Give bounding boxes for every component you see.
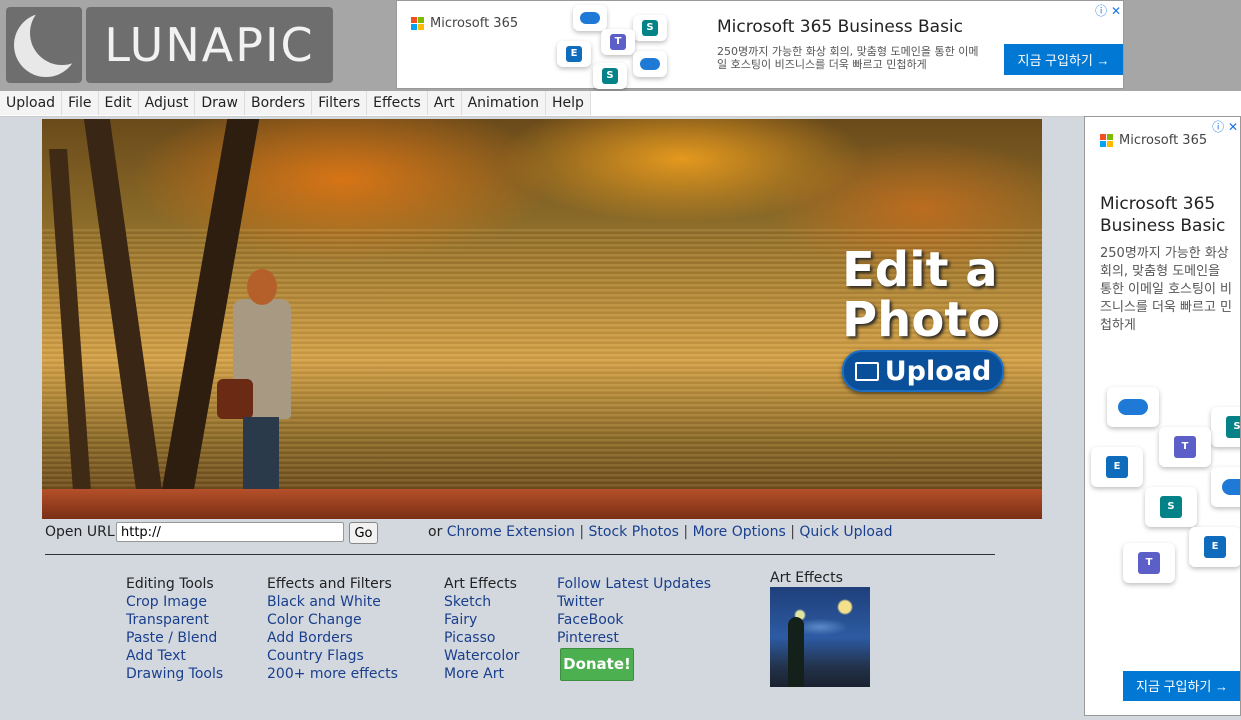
hero-title-line1: Edit a — [842, 242, 998, 298]
hero-upload-button[interactable]: Upload — [842, 350, 1004, 392]
column-heading: Editing Tools — [126, 576, 214, 592]
upload-options: or Chrome Extension | Stock Photos | Mor… — [428, 524, 892, 540]
onedrive-tile-icon — [1107, 387, 1159, 427]
art-effects-column: Art Effects Sketch Fairy Picasso Waterco… — [444, 575, 520, 683]
pinterest-link[interactable]: Pinterest — [557, 629, 711, 647]
ad-description: 250명까지 가능한 화상 회의, 맞춤형 도메인을 통한 이메일 호스팅이 비… — [717, 45, 979, 71]
top-ad-banner[interactable]: Microsoft 365 S T E S Microsoft 365 Busi… — [396, 0, 1124, 89]
sketch-link[interactable]: Sketch — [444, 593, 520, 611]
paste-blend-link[interactable]: Paste / Blend — [126, 629, 223, 647]
go-button[interactable]: Go — [349, 522, 378, 544]
menu-draw[interactable]: Draw — [195, 91, 245, 115]
microsoft-logo-icon — [411, 17, 424, 30]
or-text: or — [428, 524, 443, 540]
add-text-link[interactable]: Add Text — [126, 647, 223, 665]
microsoft-logo-icon — [1100, 134, 1113, 147]
art-effects-label: Art Effects — [770, 570, 843, 586]
more-options-link[interactable]: More Options — [693, 524, 786, 540]
social-column: Follow Latest Updates Twitter FaceBook P… — [557, 575, 711, 647]
menu-upload[interactable]: Upload — [0, 91, 63, 115]
divider — [45, 554, 995, 555]
logo-text: LUNAPIC — [86, 7, 333, 83]
separator: | — [579, 524, 585, 540]
separator: | — [790, 524, 795, 540]
ad-title: Microsoft 365 Business Basic — [717, 17, 963, 37]
follow-updates-link[interactable]: Follow Latest Updates — [557, 575, 711, 593]
main-menu: Upload File Edit Adjust Draw Borders Fil… — [0, 91, 1241, 117]
photographer-figure — [217, 269, 297, 509]
menu-file[interactable]: File — [62, 91, 99, 115]
exchange-tile-icon: E — [1189, 527, 1240, 567]
ad-title: Microsoft 365 Business Basic — [1100, 194, 1226, 236]
open-url-label: Open URL: — [45, 524, 120, 540]
side-ad-buy-button[interactable]: 지금 구입하기 → — [1123, 671, 1240, 701]
quick-upload-link[interactable]: Quick Upload — [799, 524, 892, 540]
stock-photos-link[interactable]: Stock Photos — [589, 524, 679, 540]
header: LUNAPIC Microsoft 365 S T E S Microsoft … — [0, 0, 1241, 91]
open-url-row: Open URL: Go or Chrome Extension | Stock… — [45, 522, 1005, 544]
teams-tile-icon: T — [601, 29, 635, 55]
editing-tools-column: Editing Tools Crop Image Transparent Pas… — [126, 575, 223, 683]
donate-button[interactable]: Donate! — [560, 648, 634, 681]
ad-brand-text: Microsoft 365 — [1119, 133, 1208, 148]
sharepoint-tile-icon: S — [633, 15, 667, 41]
teams-tile-icon: T — [1123, 543, 1175, 583]
upload-button-label: Upload — [884, 355, 992, 387]
facebook-link[interactable]: FaceBook — [557, 611, 711, 629]
ad-buy-button[interactable]: 지금 구입하기 → — [1004, 44, 1123, 75]
adchoices-icon[interactable]: ⓘ ✕ — [1212, 118, 1238, 135]
onedrive-tile-icon — [573, 5, 607, 31]
drawing-tools-link[interactable]: Drawing Tools — [126, 665, 223, 683]
more-art-link[interactable]: More Art — [444, 665, 520, 683]
side-ad-banner[interactable]: ⓘ ✕ Microsoft 365 Microsoft 365 Business… — [1084, 116, 1241, 716]
column-heading: Effects and Filters — [267, 576, 392, 592]
menu-filters[interactable]: Filters — [312, 91, 368, 115]
menu-edit[interactable]: Edit — [98, 91, 139, 115]
folder-icon — [854, 361, 879, 381]
separator: | — [683, 524, 689, 540]
twitter-link[interactable]: Twitter — [557, 593, 711, 611]
menu-help[interactable]: Help — [545, 91, 591, 115]
moon-logo-icon — [6, 7, 82, 83]
chrome-extension-link[interactable]: Chrome Extension — [447, 524, 575, 540]
leaf-ground — [42, 489, 1042, 519]
starry-night-thumbnail[interactable] — [770, 587, 870, 687]
ad-description: 250명까지 가능한 화상 회의, 맞춤형 도메인을 통한 이메일 호스팅이 비… — [1100, 246, 1232, 333]
onedrive-tile-icon — [633, 51, 667, 77]
onedrive-tile-icon — [1211, 467, 1240, 507]
watercolor-link[interactable]: Watercolor — [444, 647, 520, 665]
sharepoint-tile-icon: S — [1145, 487, 1197, 527]
effects-filters-column: Effects and Filters Black and White Colo… — [267, 575, 398, 683]
column-heading: Art Effects — [444, 576, 517, 592]
ad-brand: Microsoft 365 — [411, 16, 518, 31]
sharepoint-tile-icon: S — [593, 63, 627, 89]
menu-animation[interactable]: Animation — [461, 91, 546, 115]
menu-effects[interactable]: Effects — [367, 91, 428, 115]
teams-tile-icon: T — [1159, 427, 1211, 467]
hero-title-line2: Photo — [842, 292, 1001, 348]
adchoices-icon[interactable]: ⓘ ✕ — [1095, 2, 1121, 19]
crop-image-link[interactable]: Crop Image — [126, 593, 223, 611]
sharepoint-tile-icon: S — [1211, 407, 1240, 447]
add-borders-link[interactable]: Add Borders — [267, 629, 398, 647]
ad-brand-text: Microsoft 365 — [430, 16, 519, 31]
menu-borders[interactable]: Borders — [244, 91, 313, 115]
black-and-white-link[interactable]: Black and White — [267, 593, 398, 611]
exchange-tile-icon: E — [1091, 447, 1143, 487]
exchange-tile-icon: E — [557, 41, 591, 67]
picasso-link[interactable]: Picasso — [444, 629, 520, 647]
menu-adjust[interactable]: Adjust — [138, 91, 196, 115]
country-flags-link[interactable]: Country Flags — [267, 647, 398, 665]
lunapic-logo[interactable]: LUNAPIC — [6, 7, 333, 83]
hero-photo[interactable]: Edit a Photo Upload — [42, 119, 1042, 519]
more-effects-link[interactable]: 200+ more effects — [267, 665, 398, 683]
hero-title: Edit a Photo — [842, 245, 1000, 345]
url-input[interactable] — [116, 522, 344, 542]
color-change-link[interactable]: Color Change — [267, 611, 398, 629]
transparent-link[interactable]: Transparent — [126, 611, 223, 629]
fairy-link[interactable]: Fairy — [444, 611, 520, 629]
menu-art[interactable]: Art — [427, 91, 462, 115]
ad-brand: Microsoft 365 — [1100, 133, 1207, 148]
